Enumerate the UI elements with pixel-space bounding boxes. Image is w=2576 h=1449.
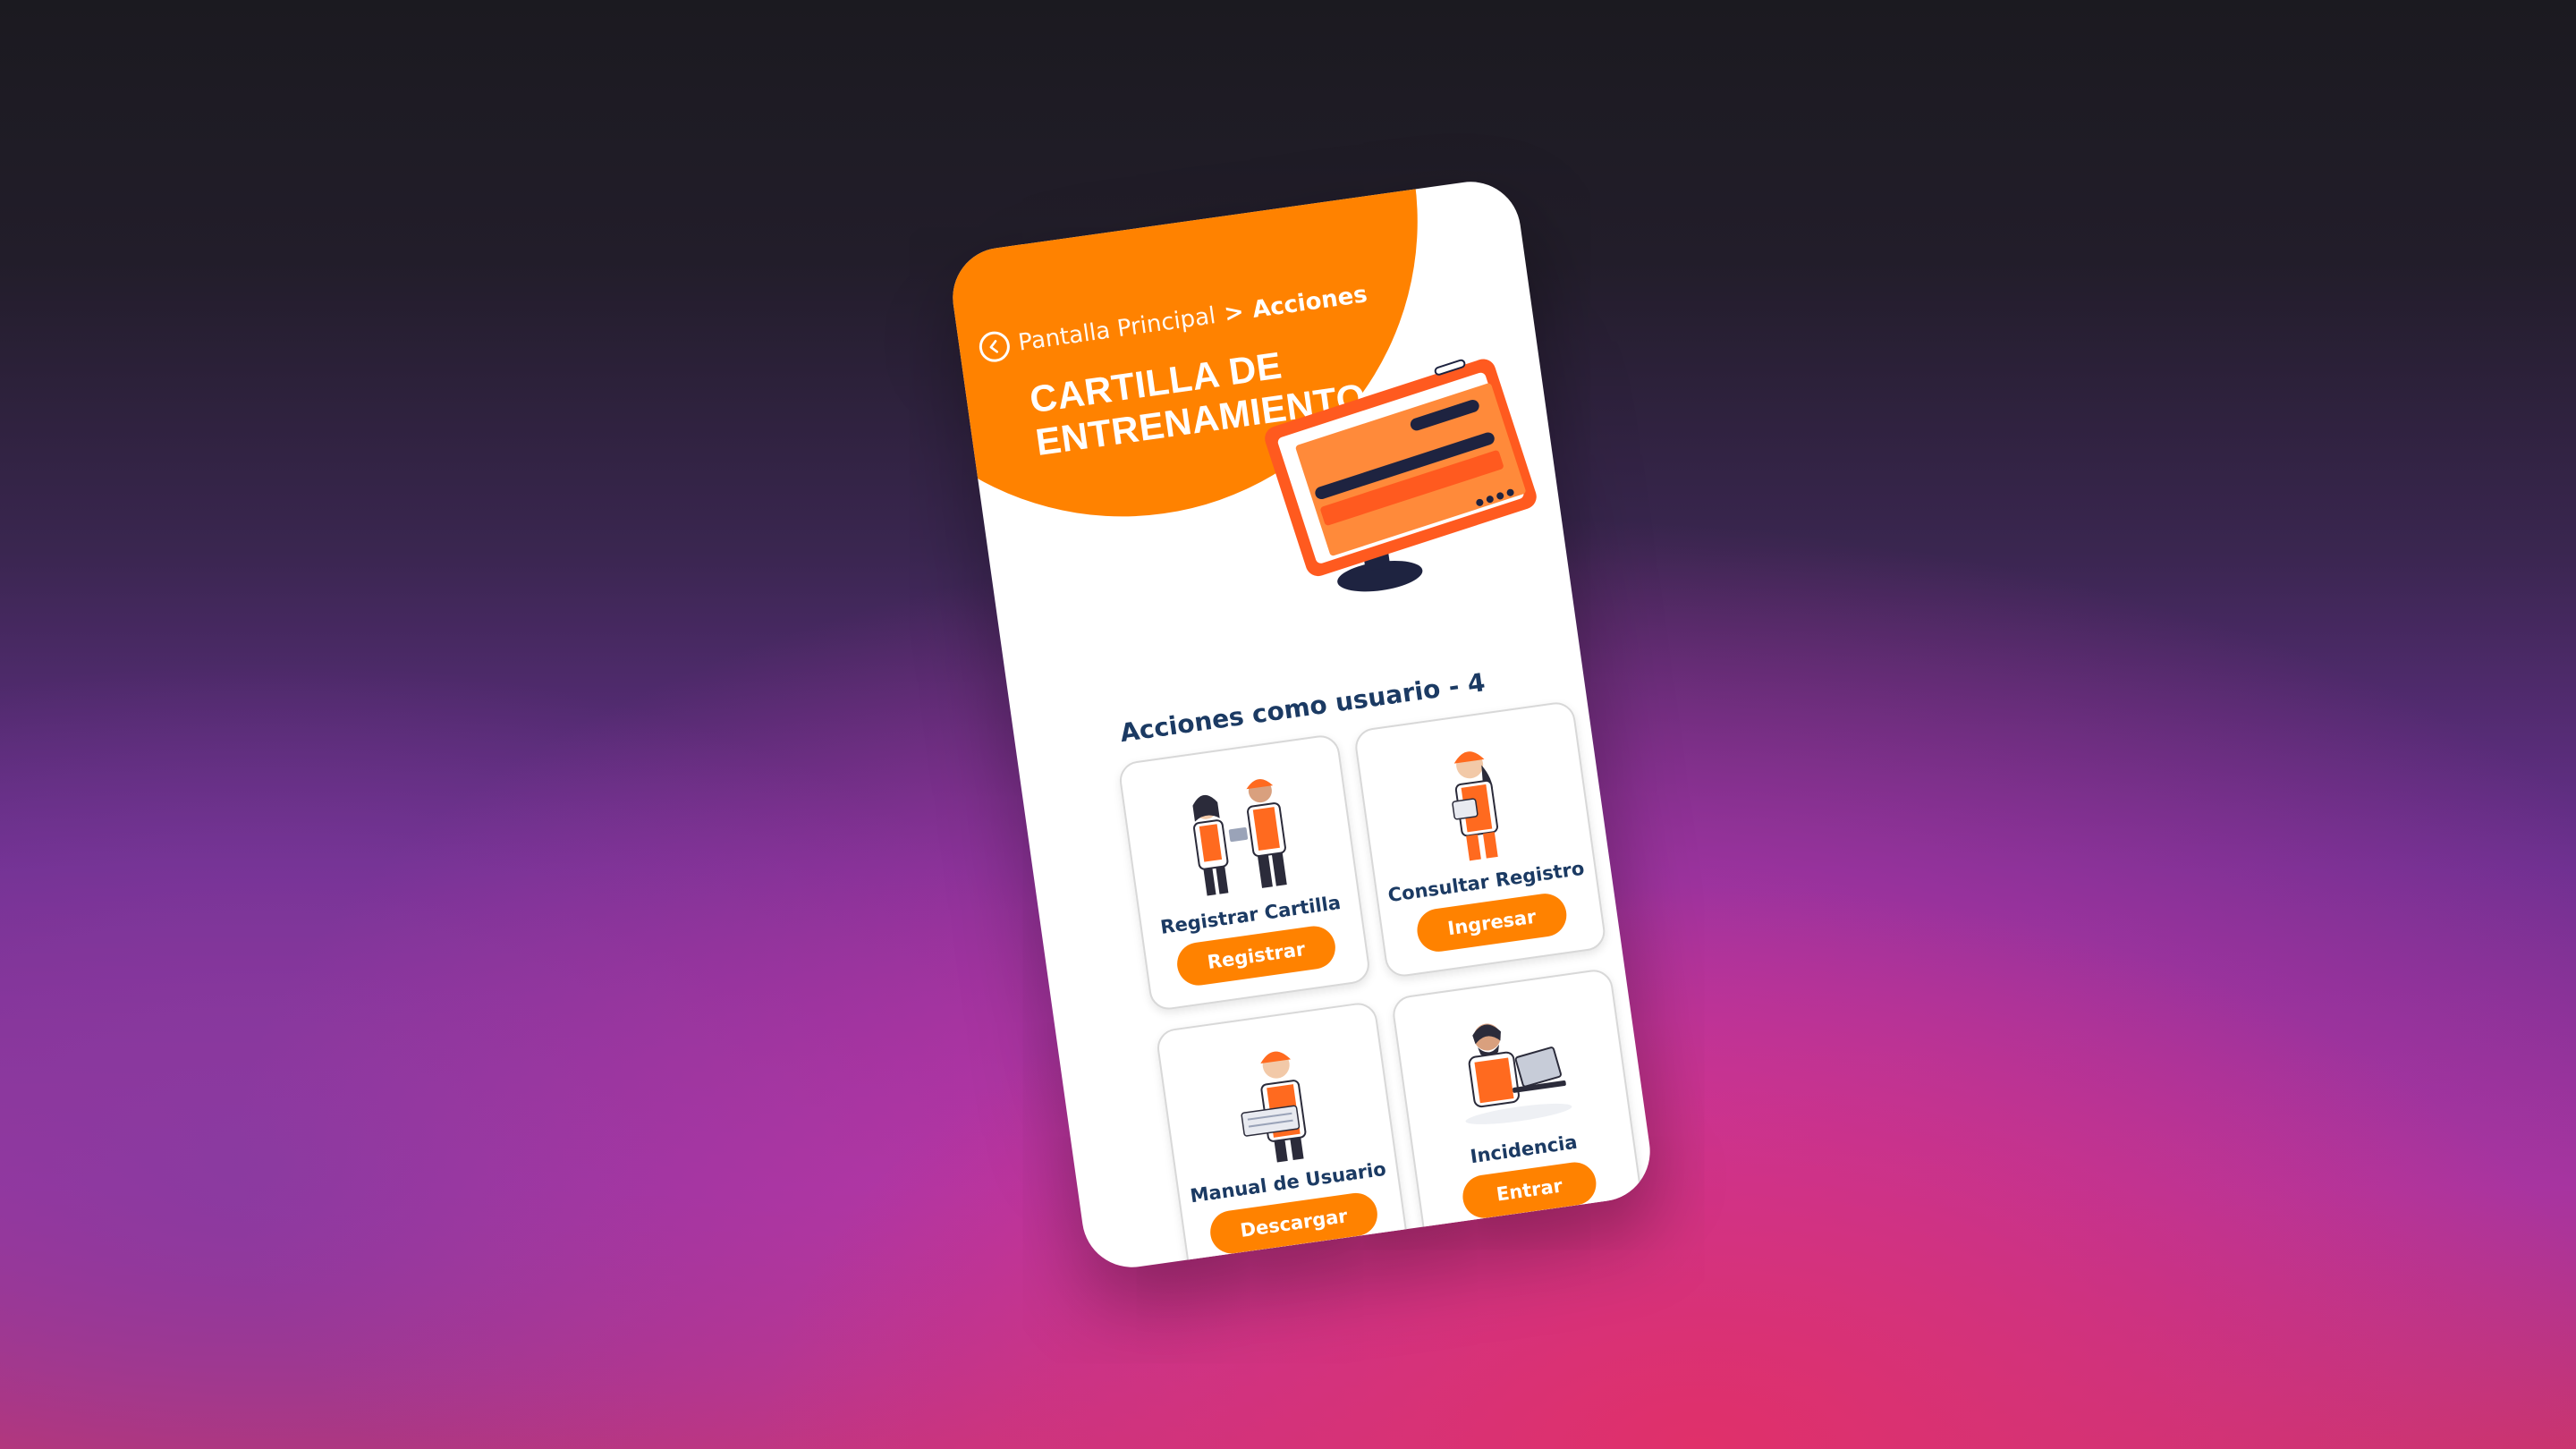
ingresar-button[interactable]: Ingresar (1414, 891, 1570, 954)
action-card-registrar-cartilla: Registrar Cartilla Registrar (1117, 733, 1372, 1013)
worker-clipboard-icon (1452, 751, 1499, 861)
worker-laptop-icon (1465, 1023, 1572, 1124)
two-workers-icon (1192, 779, 1287, 896)
worker-manual-icon (1241, 1051, 1307, 1163)
action-card-consultar-registro: Consultar Registro Ingresar (1352, 699, 1608, 979)
action-card-incidencia: Incidencia Entrar (1390, 967, 1646, 1247)
monitor-illustration-icon (1265, 359, 1537, 592)
chevron-left-icon[interactable] (977, 329, 1013, 364)
registrar-button[interactable]: Registrar (1174, 923, 1338, 988)
entrar-button[interactable]: Entrar (1460, 1159, 1599, 1221)
breadcrumb-separator: > (1222, 298, 1246, 328)
phone-screen: Pantalla Principal > Acciones CARTILLA D… (946, 175, 1657, 1274)
actions-grid: Registrar Cartilla Registrar Consultar R… (1117, 699, 1646, 1274)
action-card-manual-de-usuario: Manual de Usuario Descargar (1155, 1000, 1410, 1274)
